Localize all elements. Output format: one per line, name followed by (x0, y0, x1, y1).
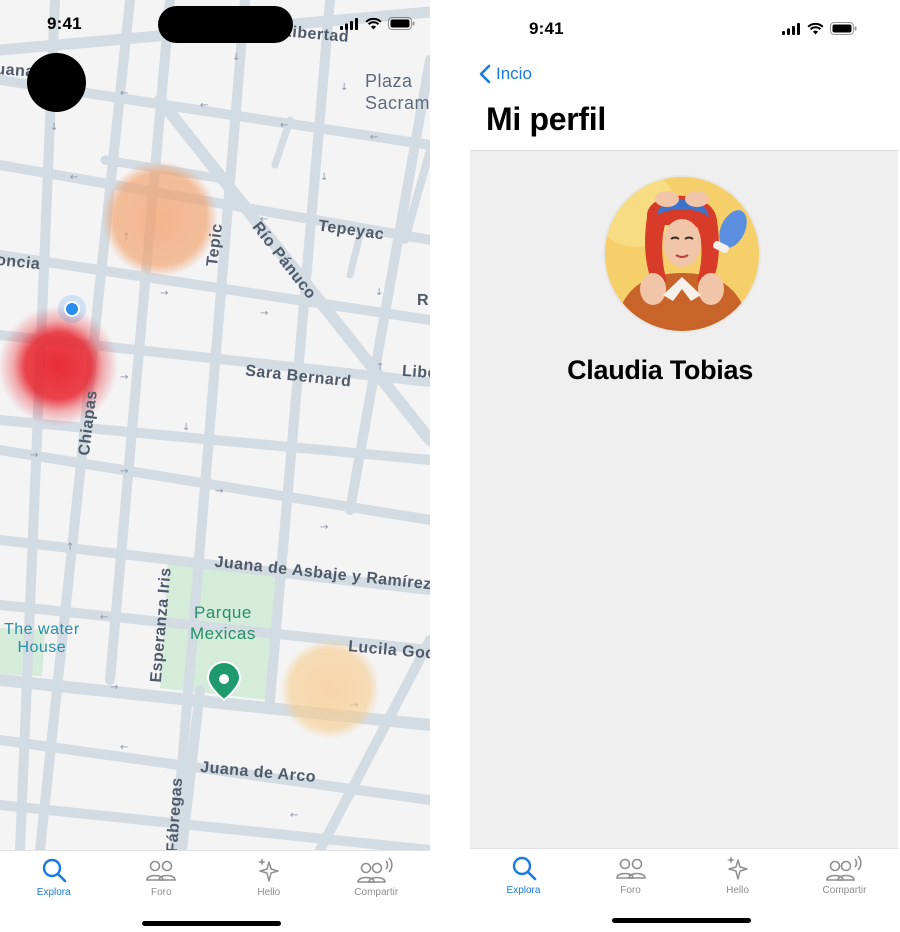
oneway-arrow-icon: ↓ (182, 422, 190, 433)
oneway-arrow-icon: ↑ (376, 362, 384, 373)
sparkle-icon (257, 858, 279, 882)
oneway-arrow-icon: ↓ (375, 287, 383, 298)
heat-spot-orange[interactable] (102, 161, 218, 277)
oneway-arrow-icon: ↓ (232, 52, 240, 63)
tab-label: Explora (36, 887, 71, 898)
wifi-icon (807, 22, 824, 34)
map-floating-button[interactable] (27, 53, 86, 112)
avatar-illustration (605, 177, 759, 331)
oneway-arrow-icon: ← (70, 172, 78, 183)
search-icon (512, 856, 536, 881)
wifi-icon (365, 17, 382, 29)
chevron-left-icon (479, 64, 491, 84)
tab-label: Hello (726, 885, 749, 896)
people-icon (146, 860, 177, 881)
oneway-arrow-icon: ← (120, 88, 128, 99)
home-indicator (142, 921, 281, 926)
oneway-arrow-icon: ← (200, 100, 208, 111)
street-label-r-right: R (417, 292, 430, 309)
oneway-arrow-icon: ↓ (50, 122, 58, 133)
back-button[interactable]: Incio (478, 64, 532, 84)
oneway-arrow-icon: → (30, 450, 38, 461)
status-bar: 9:41 (0, 0, 430, 50)
oneway-arrow-icon: ← (280, 120, 288, 131)
oneway-arrow-icon: ← (290, 810, 298, 821)
profile-content: Claudia Tobias (470, 150, 898, 849)
oneway-arrow-icon: → (120, 372, 128, 383)
search-icon (42, 858, 67, 883)
oneway-arrow-icon: ↓ (320, 172, 328, 183)
battery-icon (830, 22, 857, 35)
dynamic-island (158, 6, 293, 43)
oneway-arrow-icon: → (215, 486, 223, 497)
tab-label: Explora (506, 885, 541, 896)
poi-label: The water House (4, 621, 80, 656)
tab-bar: Explora Foro Hello Compartir (0, 850, 430, 932)
share-people-icon (357, 857, 393, 883)
oneway-arrow-icon: → (260, 308, 268, 319)
status-icons (782, 22, 857, 35)
tab-hello[interactable]: Hello (215, 851, 323, 932)
avatar[interactable] (603, 175, 761, 333)
signal-icon (782, 22, 800, 35)
tab-compartir[interactable]: Compartir (791, 849, 898, 931)
people-icon (615, 858, 646, 879)
oneway-arrow-icon: → (320, 522, 328, 533)
tab-foro[interactable]: Foro (108, 851, 216, 932)
profile-screen: 9:41 Incio Mi perfil Claudia Tobias Expl… (470, 0, 900, 932)
tab-label: Foro (150, 887, 172, 898)
street-label-oncia: oncia (0, 251, 42, 274)
oneway-arrow-icon: ← (370, 132, 378, 143)
tab-compartir[interactable]: Compartir (323, 851, 431, 932)
back-label: Incio (496, 64, 532, 83)
oneway-arrow-icon: → (120, 466, 128, 477)
page-title: Mi perfil (486, 101, 606, 137)
status-time: 9:41 (529, 19, 564, 38)
heat-spot-red[interactable] (0, 306, 118, 426)
tab-label: Hello (257, 887, 281, 898)
tab-label: Compartir (822, 885, 867, 896)
map-view[interactable]: ← ← ← ← ← ← → → → → → → → ← → → ← ← ↓ ↑ … (0, 0, 430, 850)
status-time: 9:41 (47, 14, 82, 33)
plaza-label: Plaza Sacram (365, 71, 430, 113)
profile-name: Claudia Tobias (567, 355, 753, 385)
oneway-arrow-icon: ← (120, 742, 128, 753)
share-people-icon (825, 855, 862, 881)
oneway-arrow-icon: ↑ (66, 542, 74, 553)
current-location-dot (64, 301, 80, 317)
park-label: Parque Mexicas (190, 603, 256, 643)
home-indicator (612, 918, 751, 923)
oneway-arrow-icon: ↓ (340, 82, 348, 93)
oneway-arrow-icon: ← (100, 612, 108, 623)
tab-explora[interactable]: Explora (470, 849, 577, 931)
street-label-lib-right: Libe (401, 362, 430, 383)
sparkle-icon (726, 856, 748, 880)
oneway-arrow-icon: → (160, 288, 168, 299)
status-bar: 9:41 (470, 0, 900, 50)
status-icons (340, 17, 415, 30)
battery-icon (388, 17, 415, 30)
map-screen: ← ← ← ← ← ← → → → → → → → ← → → ← ← ↓ ↑ … (0, 0, 430, 932)
tab-explora[interactable]: Explora (0, 851, 108, 932)
oneway-arrow-icon: → (110, 682, 118, 693)
tab-label: Foro (620, 885, 641, 896)
signal-icon (340, 17, 358, 30)
tab-label: Compartir (354, 887, 399, 898)
